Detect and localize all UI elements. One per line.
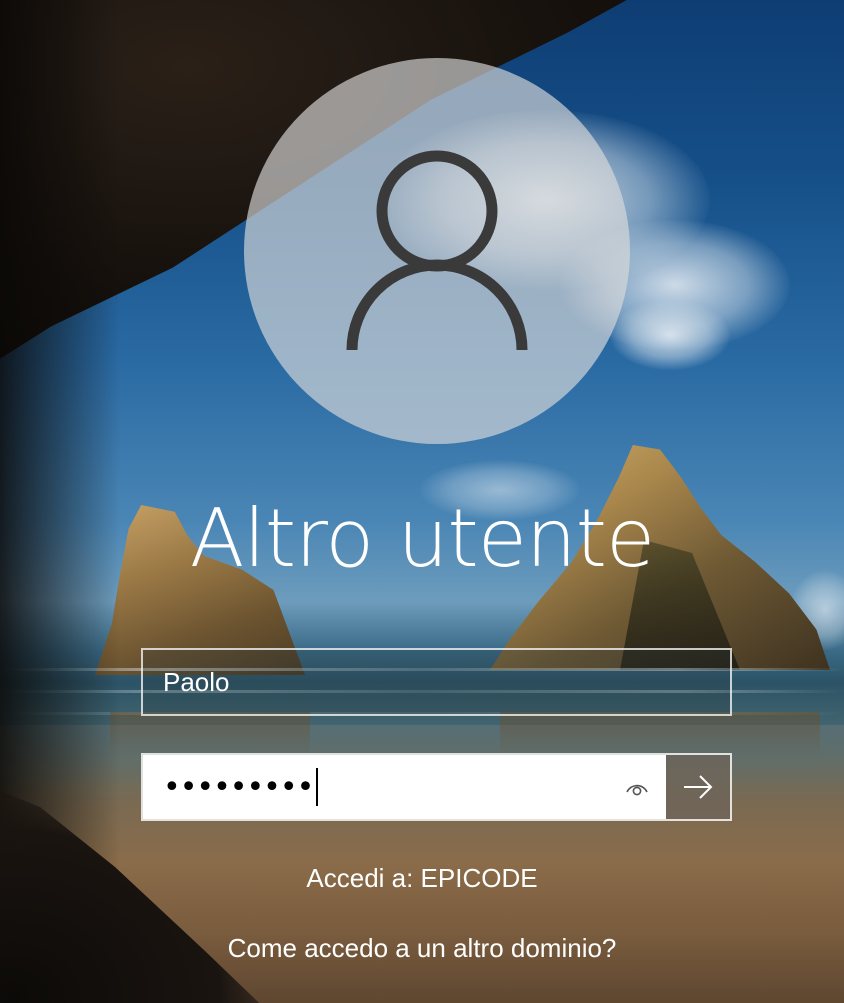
rock-reflection xyxy=(500,712,820,757)
password-dots: ••••••••• xyxy=(163,755,319,819)
signin-domain-label: Accedi a: EPICODE xyxy=(306,863,538,893)
username-field[interactable] xyxy=(141,648,732,716)
password-input[interactable]: ••••••••• xyxy=(143,755,666,819)
text-caret xyxy=(316,768,319,806)
username-input[interactable] xyxy=(143,650,730,714)
username-title: Altro utente xyxy=(189,492,655,585)
user-avatar xyxy=(244,58,630,444)
password-field[interactable]: ••••••••• xyxy=(141,753,732,821)
eye-icon[interactable] xyxy=(622,773,652,803)
user-silhouette-icon xyxy=(346,150,528,351)
password-mask: ••••••••• xyxy=(163,769,314,805)
rock-reflection xyxy=(110,712,310,757)
arrow-right-icon xyxy=(684,775,713,799)
lock-screen: Altro utente ••••••••• Accedi a: EPICODE… xyxy=(0,0,844,1003)
other-domain-link[interactable]: Come accedo a un altro dominio? xyxy=(0,926,844,970)
submit-button[interactable] xyxy=(666,755,730,819)
